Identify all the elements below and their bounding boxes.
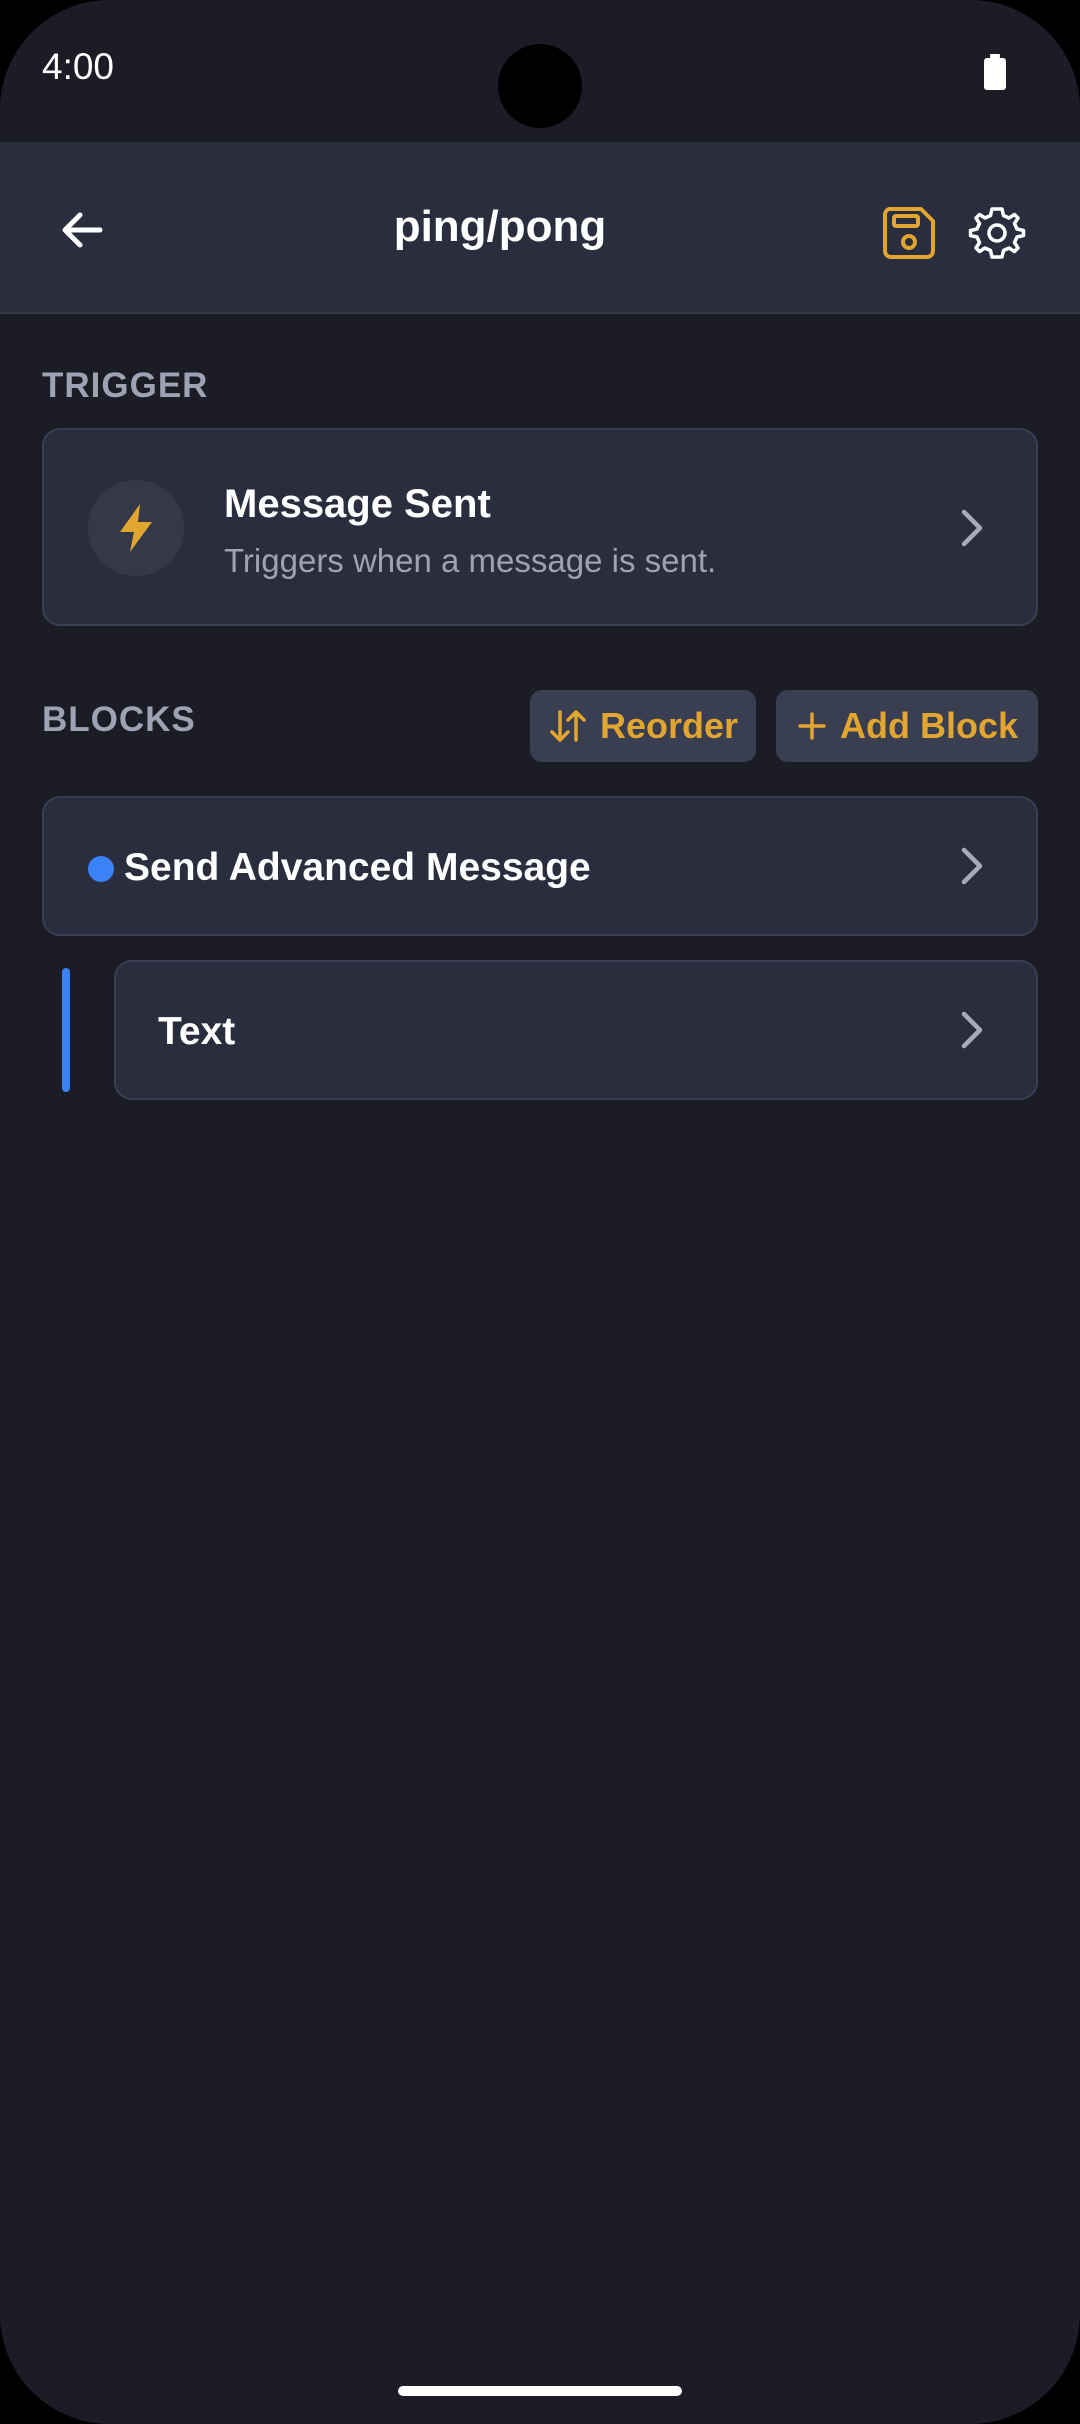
page-title: ping/pong	[393, 202, 607, 251]
camera-cutout	[498, 44, 582, 128]
plus-icon	[798, 712, 826, 740]
block-status-dot	[88, 856, 114, 882]
blocks-section-label: BLOCKS	[42, 700, 196, 739]
battery-icon	[984, 54, 1006, 90]
screen: 4:00 ping/pong TRIGGER Message Sent Trig…	[0, 0, 1080, 2424]
back-arrow-icon	[62, 212, 103, 248]
status-time: 4:00	[42, 46, 115, 87]
block-title: Text	[158, 1010, 236, 1053]
block-item-text[interactable]: Text	[114, 960, 1038, 1100]
chevron-right-icon	[961, 509, 983, 547]
settings-button[interactable]	[956, 192, 1038, 274]
back-button[interactable]	[40, 188, 124, 272]
block-item-send-advanced-message[interactable]: Send Advanced Message	[42, 796, 1038, 936]
home-indicator[interactable]	[398, 2386, 682, 2396]
add-block-label: Add Block	[839, 705, 1018, 746]
save-button[interactable]	[868, 192, 950, 274]
status-bar: 4:00	[0, 0, 1080, 142]
chevron-right-icon	[961, 1011, 983, 1049]
add-block-button[interactable]: Add Block	[776, 690, 1038, 762]
trigger-icon-container	[88, 480, 184, 576]
nested-block-indicator	[62, 968, 70, 1092]
trigger-section-label: TRIGGER	[42, 366, 209, 405]
trigger-card[interactable]: Message Sent Triggers when a message is …	[42, 428, 1038, 626]
app-bar: ping/pong	[0, 142, 1080, 314]
reorder-icon	[550, 710, 586, 742]
chevron-right-icon	[961, 847, 983, 885]
trigger-description: Triggers when a message is sent.	[224, 542, 717, 579]
reorder-label: Reorder	[599, 705, 739, 746]
save-icon	[883, 207, 935, 259]
lightning-icon	[120, 504, 152, 552]
reorder-button[interactable]: Reorder	[530, 690, 756, 762]
block-title: Send Advanced Message	[124, 846, 591, 889]
gear-icon	[968, 207, 1026, 259]
trigger-title: Message Sent	[224, 482, 491, 526]
